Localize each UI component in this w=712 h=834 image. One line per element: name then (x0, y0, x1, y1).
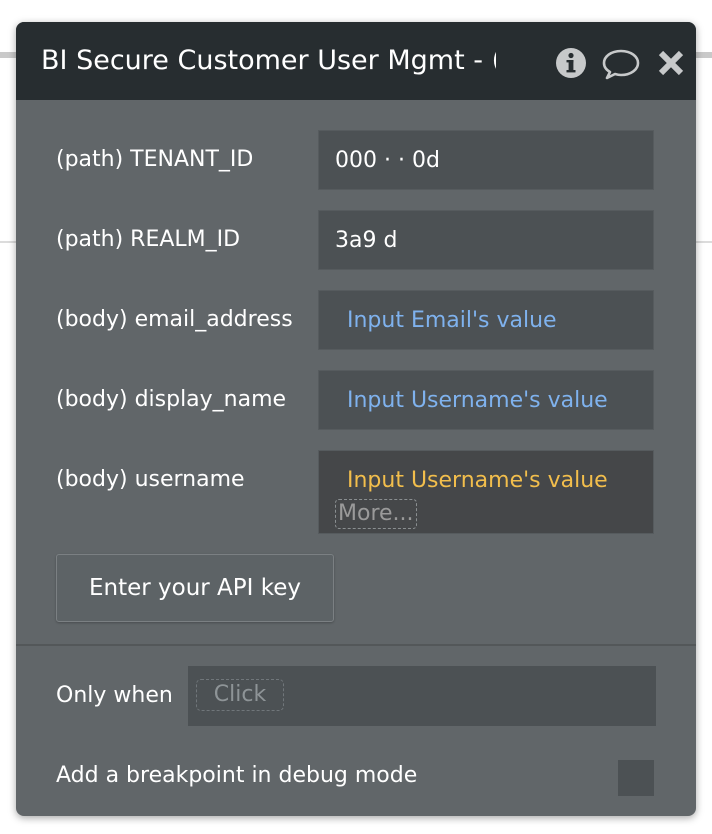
close-icon[interactable] (655, 46, 687, 80)
param-label-realm-id: (path) REALM_ID (56, 227, 241, 252)
param-field-realm-id[interactable]: 3a9 d (318, 210, 654, 270)
panel-titlebar: BI Secure Customer User Mgmt - ( (16, 22, 696, 100)
dynamic-expression-display-name[interactable]: Input Username's value (347, 387, 608, 415)
param-label-email-address: (body) email_address (56, 307, 293, 332)
param-label-tenant-id: (path) TENANT_ID (56, 147, 254, 172)
section-divider (16, 644, 696, 646)
param-field-username[interactable]: Input Username's value More... (318, 450, 654, 534)
breakpoint-label: Add a breakpoint in debug mode (56, 763, 418, 788)
panel-title: BI Secure Customer User Mgmt - ( (41, 45, 496, 76)
more-button[interactable]: More... (335, 499, 417, 529)
action-properties-panel: BI Secure Customer User Mgmt - ( (path) … (16, 22, 696, 816)
only-when-click-placeholder[interactable]: Click (196, 679, 284, 711)
only-when-label: Only when (56, 683, 173, 708)
param-field-tenant-id[interactable]: 000 · · 0d (318, 130, 654, 190)
param-field-display-name[interactable]: Input Username's value (318, 370, 654, 430)
info-icon[interactable] (554, 46, 588, 80)
param-label-username: (body) username (56, 467, 245, 492)
only-when-condition-field[interactable]: Click (188, 666, 656, 726)
param-value-tenant-id: 000 · · 0d (335, 148, 440, 173)
param-value-realm-id: 3a9 d (335, 228, 398, 253)
breakpoint-checkbox[interactable] (618, 760, 654, 796)
comment-icon[interactable] (601, 46, 641, 80)
param-label-display-name: (body) display_name (56, 387, 287, 412)
param-field-email-address[interactable]: Input Email's value (318, 290, 654, 350)
enter-api-key-button[interactable]: Enter your API key (56, 554, 334, 622)
dynamic-expression-email[interactable]: Input Email's value (347, 307, 557, 335)
dynamic-expression-username[interactable]: Input Username's value (347, 467, 608, 495)
